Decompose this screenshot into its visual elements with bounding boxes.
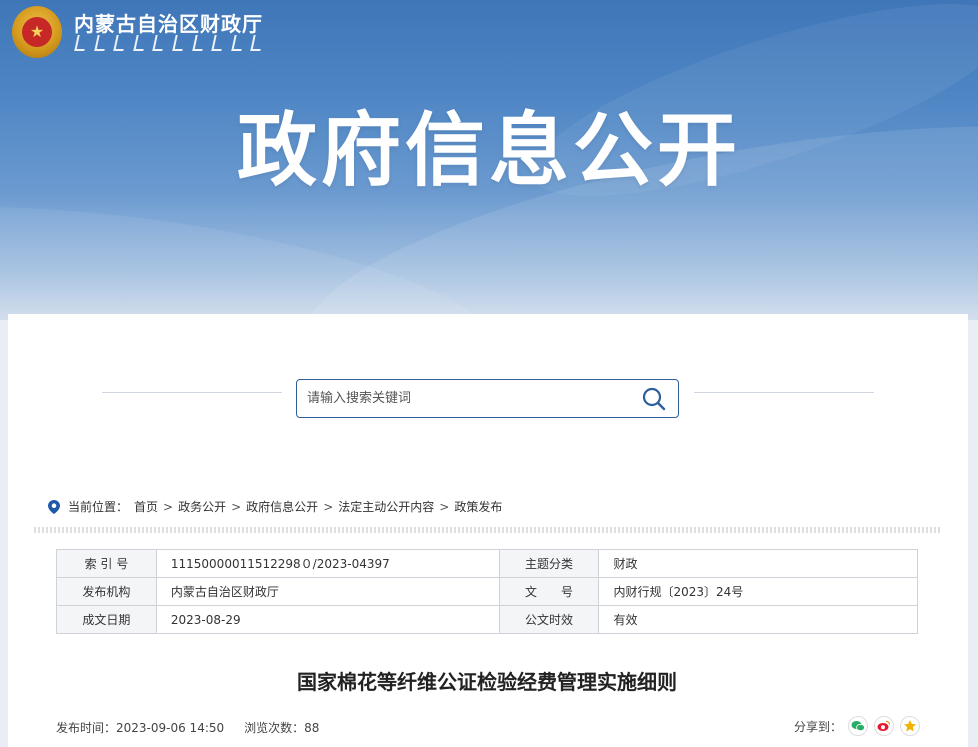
share-weibo-button[interactable]	[874, 716, 895, 736]
breadcrumb-separator: >	[163, 499, 174, 514]
breadcrumb-label: 当前位置：	[68, 500, 129, 514]
meta-value: 内蒙古自治区财政厅	[155, 577, 500, 606]
meta-label: 主题分类	[498, 549, 600, 578]
star-icon	[904, 720, 917, 732]
table-row: 发布机构 内蒙古自治区财政厅 文 号 内财行规〔2023〕24号	[56, 577, 918, 606]
location-pin-icon	[48, 499, 60, 514]
weibo-icon	[877, 720, 891, 731]
divider	[102, 392, 282, 393]
dotted-divider	[34, 527, 941, 533]
breadcrumb-item-info-disclosure[interactable]: 政府信息公开	[246, 498, 318, 515]
breadcrumb-item-home[interactable]: 首页	[134, 498, 158, 515]
meta-label: 发布机构	[56, 577, 157, 606]
divider	[694, 392, 874, 393]
site-name[interactable]: 内蒙古自治区财政厅	[74, 8, 263, 37]
share-bar: 分享到：	[794, 716, 921, 736]
publish-info: 发布时间：2023-09-06 14:50 浏览次数：88	[56, 719, 319, 736]
meta-label: 索 引 号	[56, 549, 157, 578]
wechat-icon	[851, 721, 865, 732]
meta-value: 11150000011512298０/2023-04397	[155, 549, 500, 578]
search-button[interactable]	[630, 380, 678, 417]
meta-label: 成文日期	[56, 605, 157, 634]
view-count: 浏览次数：88	[244, 721, 320, 735]
meta-value: 财政	[598, 549, 918, 578]
share-favorite-button[interactable]	[900, 716, 921, 736]
breadcrumb-item-government-affairs[interactable]: 政务公开	[178, 498, 226, 515]
search-box	[296, 379, 679, 418]
mongolian-script-logo	[74, 34, 264, 52]
search-input[interactable]	[297, 380, 627, 417]
breadcrumb-item-statutory-content[interactable]: 法定主动公开内容	[338, 498, 434, 515]
search-icon	[642, 387, 666, 410]
document-metadata-table: 索 引 号 11150000011512298０/2023-04397 主题分类…	[56, 549, 918, 634]
share-label: 分享到：	[794, 719, 843, 734]
meta-value: 有效	[598, 605, 918, 634]
meta-label: 公文时效	[498, 605, 600, 634]
breadcrumb-separator: >	[231, 499, 242, 514]
breadcrumb-item-policy-release[interactable]: 政策发布	[454, 498, 502, 515]
breadcrumb-separator: >	[323, 499, 334, 514]
publish-time: 发布时间：2023-09-06 14:50	[56, 721, 225, 735]
meta-label: 文 号	[498, 577, 600, 606]
meta-value: 内财行规〔2023〕24号	[598, 577, 918, 606]
document-title: 国家棉花等纤维公证检验经费管理实施细则	[297, 670, 677, 694]
table-row: 索 引 号 11150000011512298０/2023-04397 主题分类…	[56, 549, 918, 578]
breadcrumb-bar: 当前位置： 首页 > 政务公开 > 政府信息公开 > 法定主动公开内容 > 政策…	[34, 484, 941, 532]
page-hero-title: 政府信息公开	[237, 104, 741, 197]
meta-value: 2023-08-29	[155, 605, 500, 634]
table-row: 成文日期 2023-08-29 公文时效 有效	[56, 605, 918, 634]
breadcrumb-separator: >	[439, 499, 450, 514]
national-emblem-icon[interactable]: ★	[12, 6, 62, 58]
breadcrumb: 当前位置： 首页 > 政务公开 > 政府信息公开 > 法定主动公开内容 > 政策…	[48, 498, 502, 515]
share-wechat-button[interactable]	[848, 716, 869, 736]
header-banner: ★ 内蒙古自治区财政厅 政府信息公开	[0, 0, 978, 320]
